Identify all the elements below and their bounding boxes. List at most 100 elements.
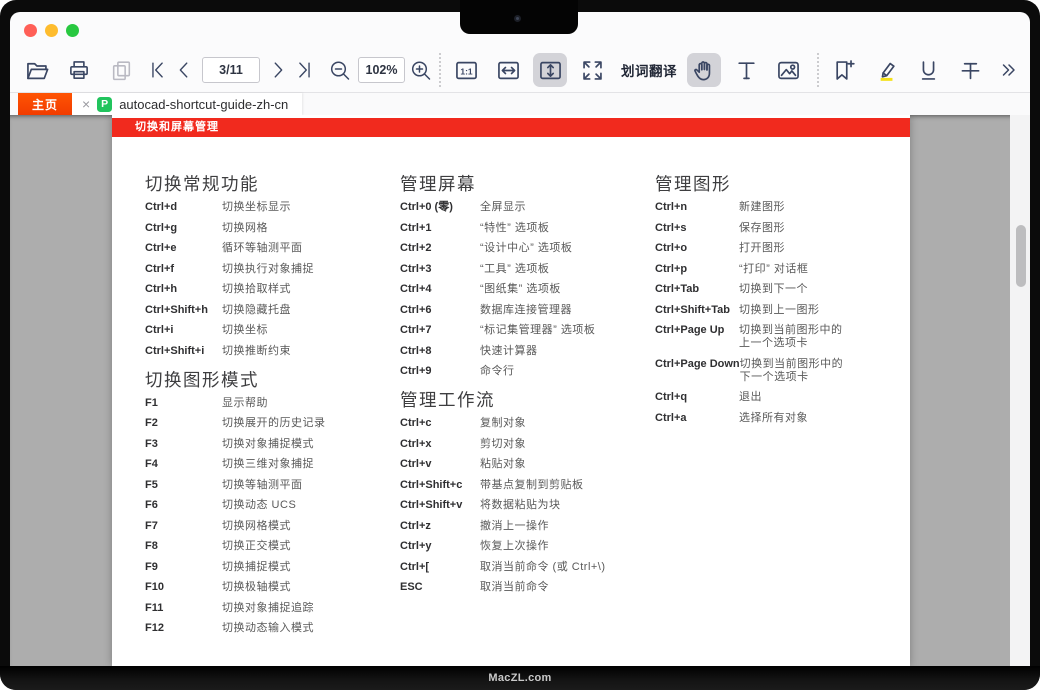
shortcut-key: Ctrl+Page Down	[655, 358, 740, 371]
shortcut-description: 切换坐标显示	[222, 201, 392, 214]
previous-page-button[interactable]	[172, 53, 196, 87]
shortcut-row: Ctrl+y恢复上次操作	[400, 540, 650, 553]
shortcut-section: 切换图形模式F1显示帮助F2切换展开的历史记录F3切换对象捕捉模式F4切换三维对…	[145, 368, 395, 636]
shortcut-key: F2	[145, 417, 222, 430]
shortcut-description: 切换展开的历史记录	[222, 417, 392, 430]
shortcut-key: F11	[145, 602, 222, 615]
shortcut-key: Ctrl+z	[400, 520, 480, 533]
print-button[interactable]	[62, 53, 96, 87]
document-viewport[interactable]: 切换和屏幕管理 切换常规功能Ctrl+d切换坐标显示Ctrl+g切换网格Ctrl…	[10, 115, 1030, 666]
shortcut-description: 复制对象	[480, 417, 650, 430]
hand-tool-button[interactable]	[687, 53, 721, 87]
shortcut-key: Ctrl+n	[655, 201, 739, 214]
add-bookmark-button[interactable]	[827, 53, 861, 87]
copy-button[interactable]	[104, 53, 138, 87]
first-page-icon	[147, 59, 169, 81]
zoom-level-input[interactable]	[358, 57, 405, 83]
section-heading: 管理图形	[655, 172, 885, 196]
shortcut-description: 剪切对象	[480, 438, 650, 451]
shortcut-row: Ctrl+Tab切换到下一个	[655, 283, 885, 296]
shortcut-row: Ctrl+0 (零)全屏显示	[400, 201, 650, 214]
toolbar: 1:1 划词翻译	[10, 48, 1030, 93]
shortcut-key: Ctrl+2	[400, 242, 480, 255]
fit-height-button[interactable]	[533, 53, 567, 87]
shortcut-description: 切换坐标	[222, 324, 392, 337]
shortcut-row: Ctrl+Shift+i切换推断约束	[145, 345, 395, 358]
shortcut-row: F4切换三维对象捕捉	[145, 458, 395, 471]
shortcut-section: 管理图形Ctrl+n新建图形Ctrl+s保存图形Ctrl+o打开图形Ctrl+p…	[655, 172, 885, 425]
section-heading: 切换图形模式	[145, 368, 395, 392]
tab-home[interactable]: 主页	[18, 93, 72, 115]
shortcut-row: F1显示帮助	[145, 397, 395, 410]
highlighter-icon	[873, 57, 900, 84]
shortcut-description: 粘贴对象	[480, 458, 650, 471]
shortcut-description: 取消当前命令	[480, 581, 650, 594]
shortcut-description: 退出	[739, 391, 851, 404]
shortcut-row: Ctrl+8快速计算器	[400, 345, 650, 358]
shortcut-key: Ctrl+4	[400, 283, 480, 296]
text-tool-button[interactable]	[729, 53, 763, 87]
underline-button[interactable]	[911, 53, 945, 87]
shortcut-key: Ctrl+g	[145, 222, 222, 235]
camera-icon	[514, 15, 521, 22]
shortcut-description: 切换到当前图形中的上一个选项卡	[739, 324, 851, 350]
shortcut-row: F5切换等轴测平面	[145, 479, 395, 492]
more-tools-button[interactable]	[996, 53, 1020, 87]
first-page-button[interactable]	[146, 53, 170, 87]
shortcut-row: Ctrl+3“工具” 选项板	[400, 263, 650, 276]
zoom-out-button[interactable]	[328, 53, 352, 87]
shortcut-description: “标记集管理器” 选项板	[480, 324, 650, 337]
fit-width-button[interactable]	[491, 53, 525, 87]
shortcut-description: 切换三维对象捕捉	[222, 458, 392, 471]
shortcut-key: Ctrl+d	[145, 201, 222, 214]
zoom-in-icon	[409, 58, 433, 83]
word-translate-button[interactable]: 划词翻译	[621, 60, 677, 80]
fullscreen-window-button[interactable]	[66, 24, 79, 37]
strikethrough-icon	[957, 57, 984, 84]
fullscreen-button[interactable]	[575, 53, 609, 87]
close-tab-icon[interactable]: ×	[82, 97, 90, 111]
image-tool-button[interactable]	[771, 53, 805, 87]
text-tool-icon	[733, 57, 760, 84]
shortcut-description: “设计中心” 选项板	[480, 242, 650, 255]
actual-size-icon: 1:1	[453, 57, 480, 84]
scrollbar-thumb[interactable]	[1016, 225, 1026, 287]
shortcut-row: Ctrl+9命令行	[400, 365, 650, 378]
shortcut-key: F10	[145, 581, 222, 594]
minimize-window-button[interactable]	[45, 24, 58, 37]
fullscreen-icon	[579, 57, 606, 84]
next-page-button[interactable]	[266, 53, 290, 87]
zoom-in-button[interactable]	[409, 53, 433, 87]
shortcut-key: ESC	[400, 581, 480, 594]
section-heading: 切换常规功能	[145, 172, 395, 196]
shortcut-row: Ctrl+z撤消上一操作	[400, 520, 650, 533]
scrollbar-track[interactable]	[1010, 115, 1030, 666]
shortcut-description: 命令行	[480, 365, 650, 378]
shortcut-key: Ctrl+3	[400, 263, 480, 276]
shortcut-description: 显示帮助	[222, 397, 392, 410]
shortcut-row: Ctrl+i切换坐标	[145, 324, 395, 337]
open-file-button[interactable]	[20, 53, 54, 87]
pdf-page: 切换和屏幕管理 切换常规功能Ctrl+d切换坐标显示Ctrl+g切换网格Ctrl…	[112, 115, 910, 666]
highlight-button[interactable]	[869, 53, 903, 87]
shortcut-row: Ctrl+p“打印” 对话框	[655, 263, 885, 276]
tab-document[interactable]: × P autocad-shortcut-guide-zh-cn	[72, 93, 302, 115]
zoom-out-icon	[328, 58, 352, 83]
shortcut-key: F4	[145, 458, 222, 471]
last-page-button[interactable]	[292, 53, 316, 87]
shortcut-description: 恢复上次操作	[480, 540, 650, 553]
page-number-input[interactable]	[202, 57, 260, 83]
shortcut-key: Ctrl+Page Up	[655, 324, 739, 337]
shortcut-row: Ctrl+a选择所有对象	[655, 412, 885, 425]
shortcut-description: 带基点复制到剪贴板	[480, 479, 650, 492]
shortcut-description: 切换到下一个	[739, 283, 851, 296]
shortcut-key: Ctrl+e	[145, 242, 222, 255]
shortcut-row: Ctrl+Page Down切换到当前图形中的下一个选项卡	[655, 358, 885, 384]
shortcut-row: Ctrl+h切换拾取样式	[145, 283, 395, 296]
strikethrough-button[interactable]	[953, 53, 987, 87]
shortcut-description: 切换动态 UCS	[222, 499, 392, 512]
actual-size-button[interactable]: 1:1	[449, 53, 483, 87]
svg-text:1:1: 1:1	[460, 66, 472, 76]
close-window-button[interactable]	[24, 24, 37, 37]
shortcut-section: 管理工作流Ctrl+c复制对象Ctrl+x剪切对象Ctrl+v粘贴对象Ctrl+…	[400, 388, 650, 594]
